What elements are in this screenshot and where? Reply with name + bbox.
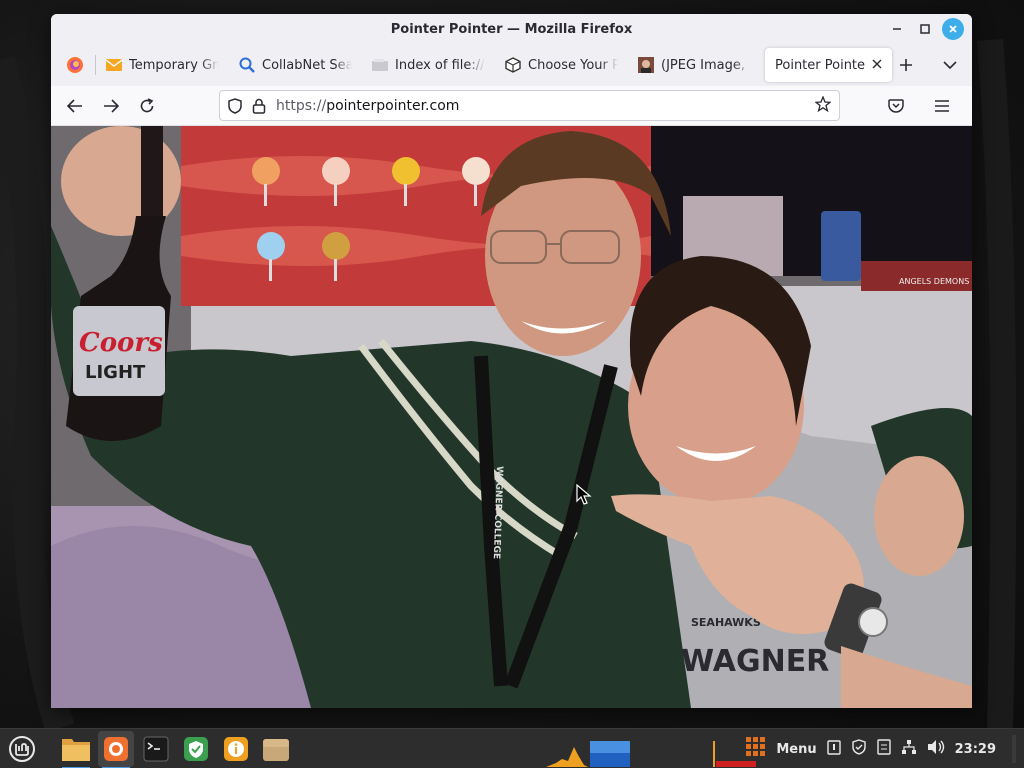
reload-icon [140,97,154,112]
volume-icon[interactable] [927,739,945,759]
url-text[interactable]: https://pointerpointer.com [276,98,459,114]
chevron-down-icon [943,61,957,70]
tab-close-button[interactable] [872,58,882,73]
tab-pointer-pointer[interactable]: Pointer Pointer [765,48,892,82]
search-icon [239,57,255,73]
pocket-button[interactable] [880,90,912,122]
clock[interactable]: 23:29 [955,742,996,757]
clipboard-icon[interactable] [826,739,841,759]
cube-icon [505,57,521,73]
tab-temporary-gmail[interactable]: Temporary Gm [96,48,229,82]
tab-jpeg-image[interactable]: (JPEG Image, 1 [628,48,761,82]
files-icon [62,738,90,761]
browser-window: Pointer Pointer — Mozilla Firefox Tempor… [51,14,972,708]
plus-icon [900,59,912,71]
hamburger-menu-icon [935,100,949,112]
tab-label: Temporary Gm [129,57,219,73]
terminal-icon [143,736,169,761]
tab-collabnet-search[interactable]: CollabNet Sea [229,48,362,82]
navigation-toolbar: https://pointerpointer.com [51,86,972,126]
bookmark-star-button[interactable] [814,94,832,116]
tab-label: Choose Your P [528,57,618,73]
arrow-left-icon [67,98,82,113]
update-shield-icon[interactable] [851,739,867,759]
taskbar: Menu 23:29 [0,728,1024,768]
reload-button[interactable] [131,90,163,122]
pocket-icon [888,99,904,113]
pointer-pointer-photo: ANGELS DEMONS WAGNER COLLEGE Coors LIGHT… [51,126,972,708]
window-title: Pointer Pointer — Mozilla Firefox [390,21,633,37]
close-icon [872,59,882,68]
tab-label: CollabNet Sea [262,57,352,73]
bottle-brand: Coors [79,328,163,358]
minimize-icon [893,28,901,30]
taskbar-info[interactable] [218,731,254,767]
taskbar-update-manager[interactable] [178,731,214,767]
list-all-tabs-button[interactable] [936,48,964,82]
url-domain: pointerpointer.com [326,97,460,114]
tab-bar: Temporary Gm CollabNet Sea Index of file… [51,44,972,86]
firefox-icon [67,57,83,73]
tray-grid-icon[interactable] [746,737,766,761]
firefox-icon [104,736,128,761]
info-icon [224,736,248,761]
tab-label: Index of file:// [395,57,485,73]
app-menu-button[interactable] [926,90,958,122]
tab-label: (JPEG Image, 1 [661,57,751,73]
mail-icon [106,57,122,73]
url-bar[interactable]: https://pointerpointer.com [219,90,840,121]
shirt-text-main: WAGNER [681,644,829,679]
tracking-protection-shield-icon[interactable] [228,97,242,114]
book-title: ANGELS DEMONS [899,277,969,286]
close-icon [949,25,957,33]
title-bar: Pointer Pointer — Mozilla Firefox [51,14,972,44]
tab-choose-your[interactable]: Choose Your P [495,48,628,82]
back-button[interactable] [59,90,91,122]
maximize-icon [920,24,930,34]
minimize-button[interactable] [886,18,908,40]
lock-icon[interactable] [252,98,266,114]
url-scheme: https:// [276,97,327,114]
taskbar-archive[interactable] [258,731,294,767]
tab-label: Pointer Pointer [775,57,865,73]
shield-icon [184,736,208,761]
notes-icon[interactable] [876,739,891,759]
close-button[interactable] [942,18,964,40]
tray-menu-label[interactable]: Menu [776,742,816,757]
new-tab-button[interactable] [892,48,920,82]
mouse-pointer-icon [576,484,592,505]
star-icon [814,94,832,112]
menu-logo-icon [9,735,35,762]
taskbar-terminal[interactable] [138,731,174,767]
network-icon[interactable] [901,739,917,759]
system-monitor-graph [546,741,756,767]
start-menu-button[interactable] [4,731,40,767]
archive-icon [263,738,289,761]
forward-button[interactable] [95,90,127,122]
image-icon [638,57,654,73]
arrow-right-icon [104,98,119,113]
page-content[interactable]: ANGELS DEMONS WAGNER COLLEGE Coors LIGHT… [51,126,972,708]
bottle-sub-label: LIGHT [85,362,146,383]
shirt-text-top: SEAHAWKS [691,616,761,629]
show-desktop-button[interactable] [1012,735,1016,763]
taskbar-firefox[interactable] [98,730,134,768]
firefox-view-button[interactable] [55,48,95,82]
taskbar-files[interactable] [58,731,94,768]
system-tray: Menu 23:29 [746,729,1016,768]
tab-index-of-file[interactable]: Index of file:// [362,48,495,82]
maximize-button[interactable] [914,18,936,40]
folder-icon [372,57,388,73]
